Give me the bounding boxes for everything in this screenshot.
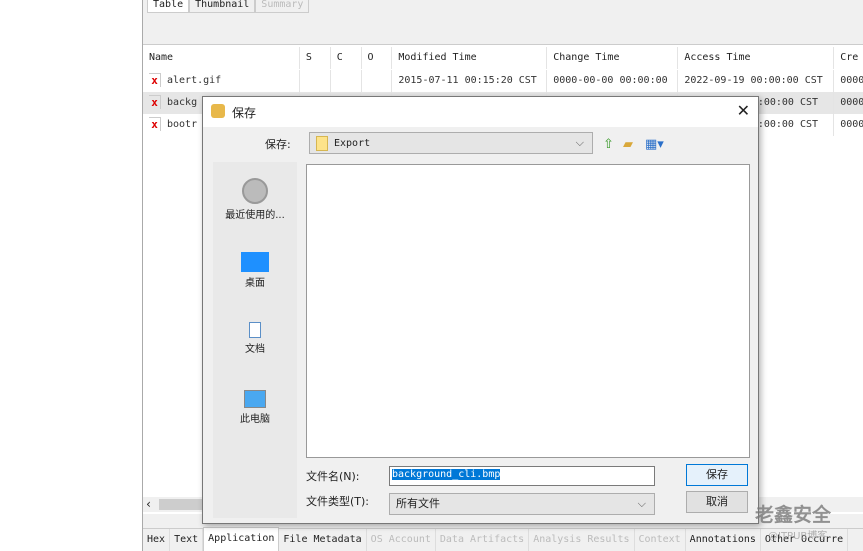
deleted-file-icon: x <box>149 95 161 109</box>
folder-icon <box>316 135 328 151</box>
tab-data-artifacts[interactable]: Data Artifacts <box>436 529 530 551</box>
dialog-title: 保存 <box>232 106 257 120</box>
scroll-left-icon[interactable]: ‹ <box>145 497 152 511</box>
cell-change: 0000-00-00 00:00:00 <box>547 70 679 92</box>
filetype-value: 所有文件 <box>396 497 440 510</box>
chevron-down-icon: ⌵ <box>575 136 584 149</box>
save-in-dropdown[interactable]: Export ⌵ <box>309 132 593 154</box>
save-button[interactable]: 保存 <box>686 464 748 486</box>
cell-created: 0000 <box>834 70 863 92</box>
save-dialog-icon <box>211 104 225 118</box>
cell-o <box>362 70 393 92</box>
cell-created: 0000 <box>834 114 863 136</box>
tab-os-account[interactable]: OS Account <box>367 529 436 551</box>
cell-modified: 2015-07-11 00:15:20 CST <box>392 70 548 92</box>
tab-file-metadata[interactable]: File Metadata <box>279 529 367 551</box>
col-modified[interactable]: Modified Time <box>392 47 548 69</box>
col-s[interactable]: S <box>300 47 331 69</box>
tab-table[interactable]: Table <box>147 0 190 13</box>
computer-icon <box>244 390 266 408</box>
view-menu-icon[interactable]: ▦▾ <box>645 137 664 152</box>
place-label: 桌面 <box>245 278 265 289</box>
tab-context[interactable]: Context <box>635 529 686 551</box>
tab-analysis-results[interactable]: Analysis Results <box>529 529 635 551</box>
chevron-down-icon: ⌵ <box>637 497 646 510</box>
col-c[interactable]: C <box>331 47 362 69</box>
places-bar: 最近使用的... 桌面 文档 此电脑 <box>213 162 297 518</box>
cancel-button[interactable]: 取消 <box>686 491 748 513</box>
place-recent[interactable]: 最近使用的... <box>213 178 297 221</box>
filename-label: 文件名(N): <box>306 470 360 483</box>
deleted-file-icon: x <box>149 117 161 131</box>
tab-annotations[interactable]: Annotations <box>686 529 761 551</box>
file-name: bootr <box>167 119 198 130</box>
save-in-value: Export <box>334 138 371 149</box>
file-list[interactable] <box>306 164 750 458</box>
place-label: 文档 <box>245 344 265 355</box>
up-folder-icon[interactable]: ⇧ <box>603 137 614 152</box>
filetype-label: 文件类型(T): <box>306 495 370 508</box>
file-name: alert.gif <box>167 75 222 86</box>
col-change[interactable]: Change Time <box>547 47 679 69</box>
cell-s <box>300 70 331 92</box>
dialog-titlebar: 保存 ✕ <box>203 97 758 127</box>
filename-value: background_cli.bmp <box>392 469 501 480</box>
new-folder-icon[interactable]: ▰ <box>623 137 633 152</box>
tab-summary[interactable]: Summary <box>255 0 310 13</box>
place-label: 此电脑 <box>240 414 270 425</box>
col-o[interactable]: O <box>362 47 393 69</box>
table-row[interactable]: x alert.gif 2015-07-11 00:15:20 CST 0000-… <box>143 70 863 92</box>
place-this-pc[interactable]: 此电脑 <box>213 390 297 425</box>
filetype-dropdown[interactable]: 所有文件 ⌵ <box>389 493 655 515</box>
place-documents[interactable]: 文档 <box>213 322 297 355</box>
tab-text[interactable]: Text <box>170 529 204 551</box>
save-in-label: 保存: <box>265 138 291 151</box>
documents-icon <box>249 322 261 338</box>
file-name: backg <box>167 97 198 108</box>
deleted-file-icon: x <box>149 73 161 87</box>
save-dialog: 保存 ✕ 保存: Export ⌵ ⇧ ▰ ▦▾ 最近使用的... 桌面 文档 … <box>202 96 759 524</box>
cell-access: 2022-09-19 00:00:00 CST <box>678 70 835 92</box>
watermark-sub: @ITPUB博客 <box>768 531 828 542</box>
view-tabs: Table Thumbnail Summary <box>147 0 310 13</box>
tab-application[interactable]: Application <box>203 527 280 551</box>
close-icon[interactable]: ✕ <box>737 101 750 120</box>
table-header: Name S C O Modified Time Change Time Acc… <box>143 47 863 69</box>
col-created[interactable]: Cre <box>834 47 863 69</box>
watermark-brand: 老鑫安全 <box>755 504 832 526</box>
content-viewer-tabs: Hex Text Application File Metadata OS Ac… <box>143 527 863 551</box>
desktop-icon <box>241 252 269 272</box>
col-access[interactable]: Access Time <box>678 47 835 69</box>
col-name[interactable]: Name <box>143 47 300 69</box>
tab-hex[interactable]: Hex <box>143 529 171 551</box>
filename-input[interactable]: background_cli.bmp <box>389 466 655 486</box>
place-label: 最近使用的... <box>225 210 285 221</box>
cell-c <box>331 70 362 92</box>
recent-icon <box>242 178 268 204</box>
place-desktop[interactable]: 桌面 <box>213 252 297 289</box>
tab-thumbnail[interactable]: Thumbnail <box>189 0 256 13</box>
cell-created: 0000 <box>834 92 863 114</box>
